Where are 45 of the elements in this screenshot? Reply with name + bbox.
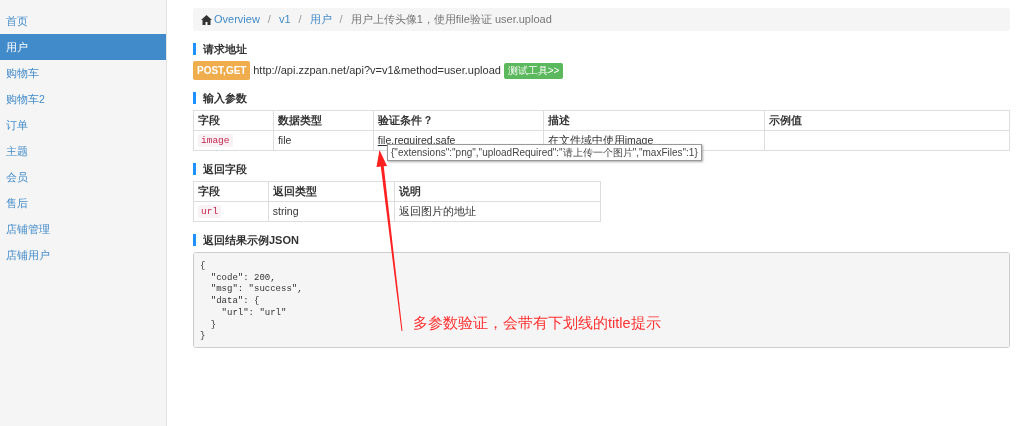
breadcrumb-link[interactable]: v1: [278, 11, 291, 28]
sidebar-item[interactable]: 售后: [0, 190, 166, 216]
sidebar-item[interactable]: 会员: [0, 164, 166, 190]
code-line: "code": 200,: [209, 272, 276, 284]
rule-abbr[interactable]: file: [377, 133, 392, 146]
code-line: }: [209, 319, 217, 332]
column-header: 描述: [543, 110, 765, 131]
sidebar-item[interactable]: 订单: [0, 112, 166, 138]
breadcrumb-separator: /: [298, 12, 302, 28]
annotation-text: 多参数验证，会带有下划线的title提示: [413, 314, 661, 333]
code-line: {: [200, 261, 206, 273]
home-icon: [201, 14, 212, 25]
breadcrumb-separator: /: [267, 12, 271, 28]
breadcrumb-link[interactable]: 用户: [309, 11, 332, 28]
column-header: 验证条件 ?: [373, 110, 544, 131]
field-name: image: [198, 134, 233, 148]
column-header: 字段: [193, 110, 274, 131]
sidebar-item[interactable]: 店铺管理: [0, 216, 166, 242]
breadcrumb-separator: /: [339, 12, 343, 28]
code-line: "url": "url": [220, 307, 287, 320]
tooltip-popup: {"extensions":"png","uploadRequired":"请上传一个图片","maxFiles":1}: [387, 144, 702, 161]
sidebar-item[interactable]: 用户: [0, 34, 166, 60]
section-heading: 请求地址: [193, 43, 1010, 55]
sidebar-item[interactable]: 主题: [0, 138, 166, 164]
sidebar-item[interactable]: 首页: [0, 8, 166, 34]
table-cell: file: [273, 130, 374, 151]
column-header: 示例值: [764, 110, 1010, 131]
method-badge: POST,GET: [193, 61, 251, 80]
column-header: 返回类型: [268, 181, 395, 202]
sidebar-item[interactable]: 店铺用户: [0, 242, 166, 268]
sidebar-item[interactable]: 购物车: [0, 60, 166, 86]
column-header: 字段: [193, 181, 269, 202]
column-header: 说明: [394, 181, 601, 202]
request-url: http://api.zzpan.net/api?v=v1&method=user.upload: [253, 63, 501, 79]
code-line: "msg": "success",: [209, 284, 303, 296]
breadcrumb-current: 用户上传头像1，使用file验证 user.upload: [350, 12, 552, 28]
breadcrumb-link[interactable]: Overview: [214, 11, 260, 28]
code-line: "data": {: [209, 296, 260, 308]
test-tool-button[interactable]: 测试工具>>: [503, 62, 564, 79]
table-cell: 返回图片的地址: [394, 201, 601, 222]
code-line: }: [200, 331, 206, 343]
column-header: 数据类型: [273, 110, 374, 131]
field-name: url: [198, 205, 222, 219]
sidebar-item[interactable]: 购物车2: [0, 86, 166, 112]
section-heading: 输入参数: [193, 92, 1010, 104]
